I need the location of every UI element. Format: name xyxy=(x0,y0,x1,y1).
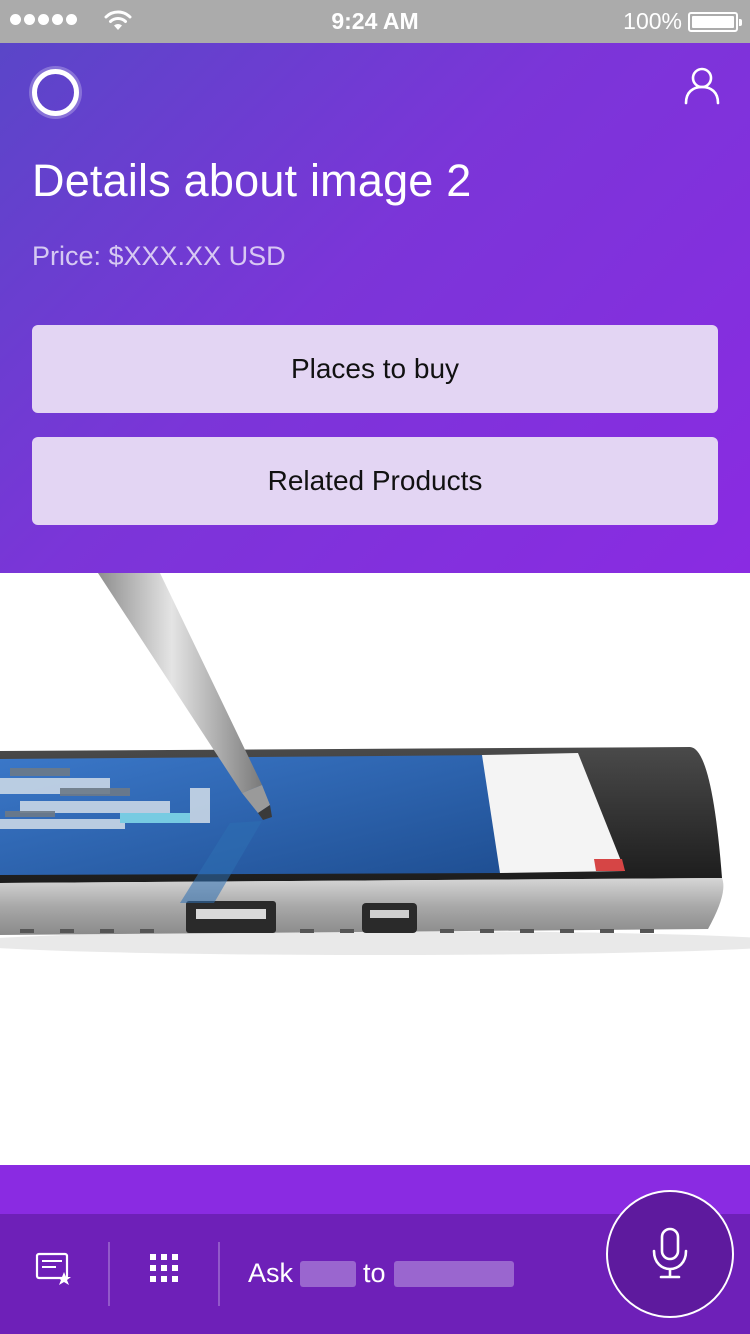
toolbar-divider xyxy=(108,1242,110,1306)
redacted-name xyxy=(300,1260,357,1287)
toolbar-divider xyxy=(218,1242,220,1306)
battery-icon xyxy=(688,12,742,32)
tablet-stylus-illustration xyxy=(0,573,750,955)
assistant-ring-icon[interactable] xyxy=(32,69,79,116)
ask-input[interactable]: Ask to xyxy=(248,1258,514,1289)
ask-middle: to xyxy=(363,1258,386,1288)
profile-icon[interactable] xyxy=(682,65,722,105)
related-products-button[interactable]: Related Products xyxy=(32,437,718,525)
notebook-star-icon[interactable] xyxy=(24,1238,84,1298)
places-to-buy-button[interactable]: Places to buy xyxy=(32,325,718,413)
results-header: Details about image 2 Price: $XXX.XX USD… xyxy=(0,43,750,573)
microphone-button[interactable] xyxy=(606,1190,734,1318)
status-bar: 9:24 AM 100% xyxy=(0,0,750,43)
ask-prefix: Ask xyxy=(248,1258,294,1288)
page-title: Details about image 2 xyxy=(32,155,472,206)
price-text: Price: $XXX.XX USD xyxy=(32,241,286,271)
apps-grid-icon[interactable] xyxy=(134,1238,194,1298)
microphone-icon xyxy=(652,1227,688,1279)
battery-percent: 100% xyxy=(623,8,682,34)
redacted-action xyxy=(393,1260,514,1287)
product-image xyxy=(0,573,750,1165)
